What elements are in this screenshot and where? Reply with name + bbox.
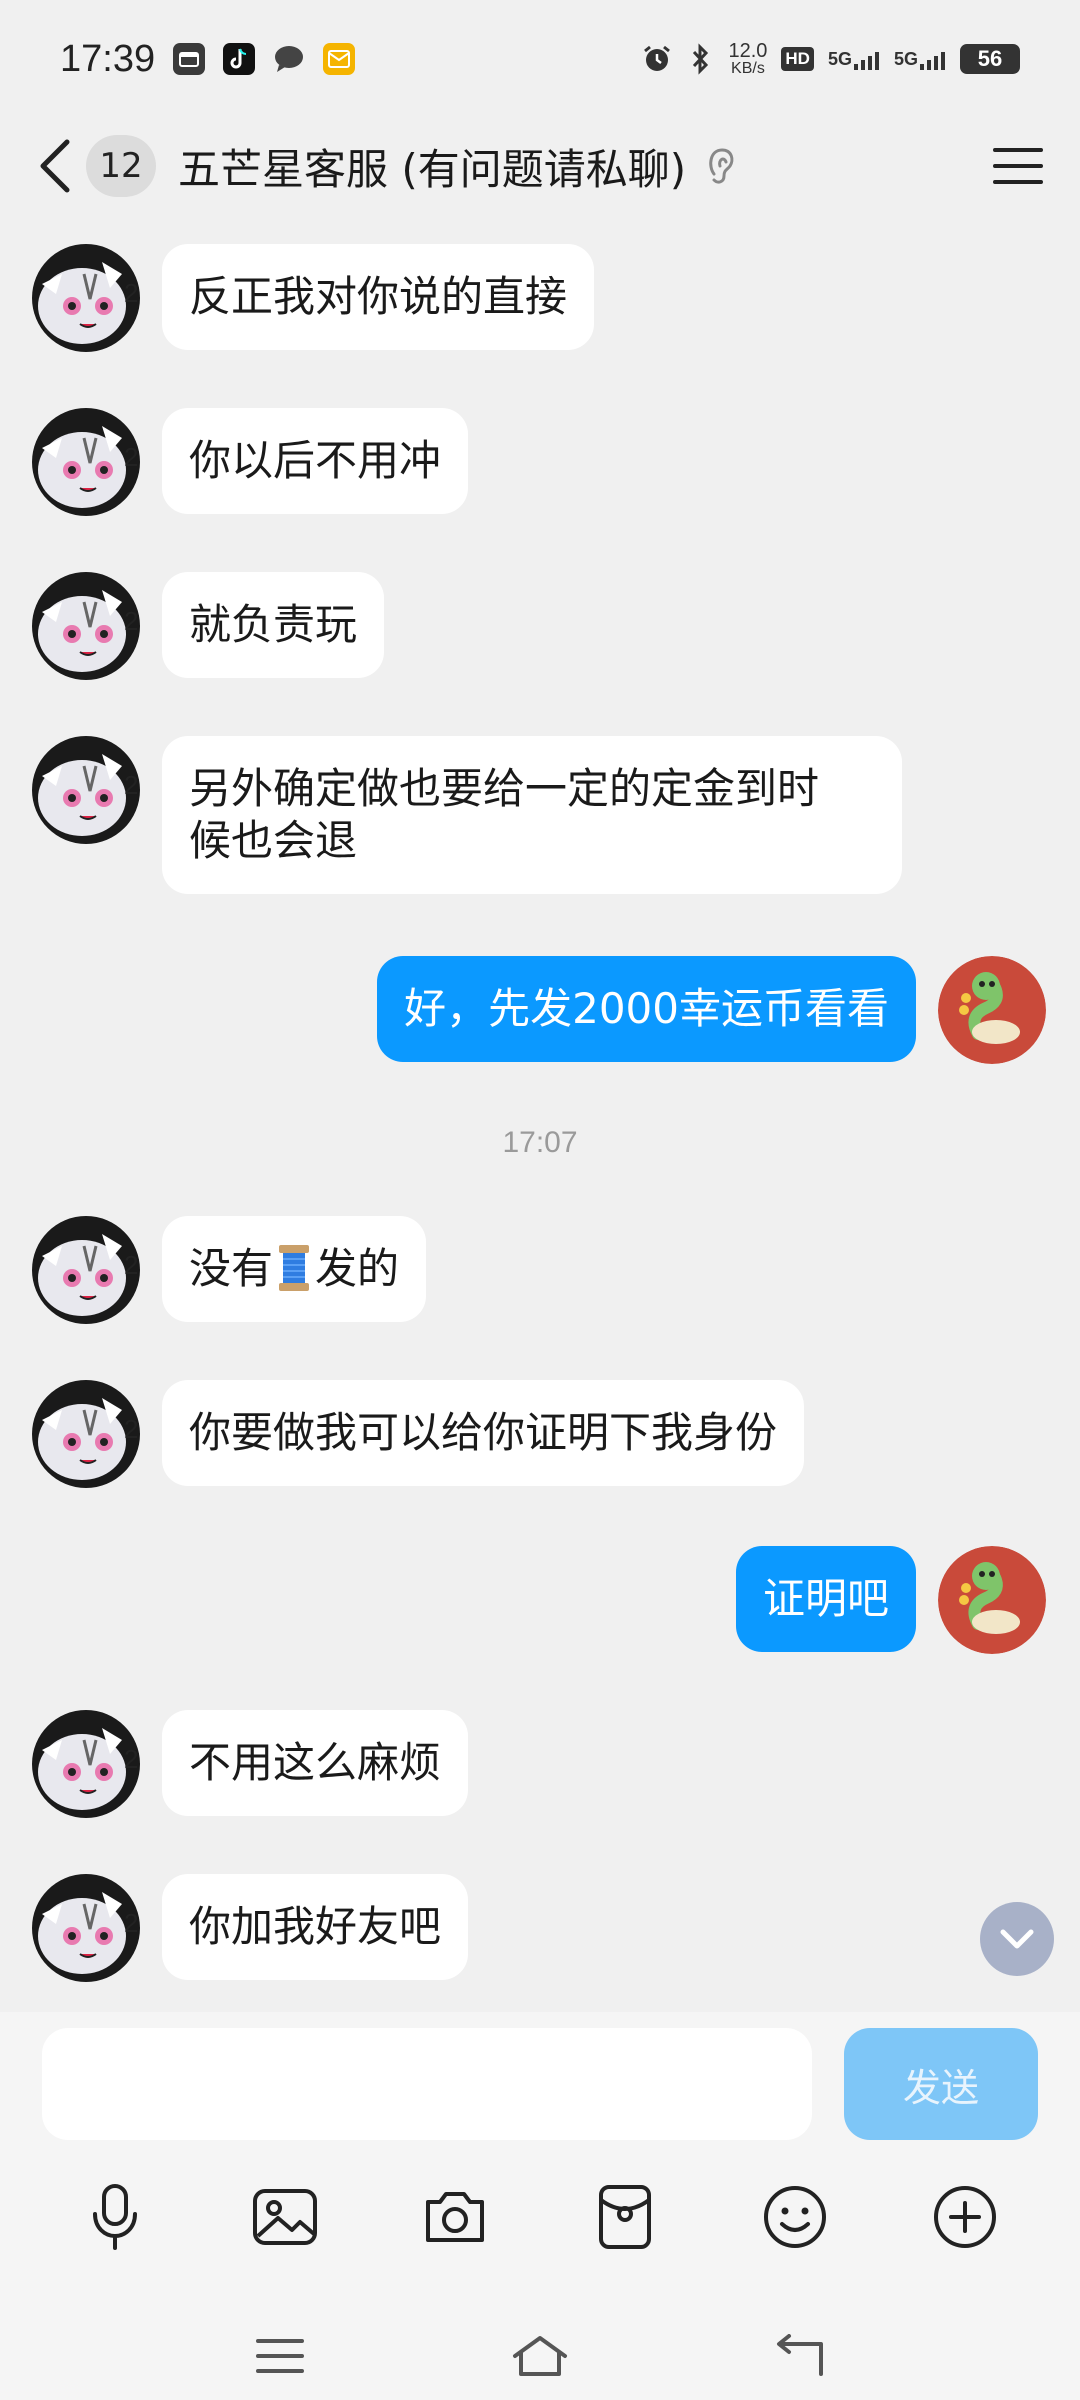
message-incoming: 2 你要做我可以给你证明下我身份 (32, 1380, 805, 1488)
message-list[interactable]: 2 反正我对你说的直接 2 你以后不用冲 2 就负责玩 2 另外确定做也要给一定… (0, 214, 1080, 2010)
signal-indicator-2: 5G (894, 49, 946, 70)
signal-indicator-1: 5G (828, 49, 880, 70)
message-incoming: 2 你以后不用冲 (32, 408, 469, 516)
unread-count-badge[interactable]: 12 (86, 135, 156, 197)
hd-indicator: HD (781, 47, 814, 71)
status-bar: 17:39 12.0 KB/s HD 5G 5G 56 (0, 0, 1080, 118)
bluetooth-icon (693, 43, 709, 75)
message-input[interactable] (42, 2028, 812, 2140)
message-line: 另外确定做也要给一定的定金到时 (189, 764, 820, 813)
message-incoming: 2 反正我对你说的直接 (32, 244, 595, 352)
contact-avatar[interactable]: 2 (32, 1710, 140, 1818)
emoji-button[interactable] (757, 2179, 833, 2255)
recent-apps-button[interactable] (250, 2326, 310, 2386)
system-status: 12.0 KB/s HD 5G 5G 56 (642, 41, 1020, 77)
back-icon (777, 2334, 823, 2376)
svg-text:2: 2 (124, 442, 138, 472)
message-incoming: 2 不用这么麻烦 (32, 1710, 469, 1818)
contact-avatar[interactable]: 2 (32, 736, 140, 844)
my-avatar[interactable] (938, 956, 1046, 1064)
tiktok-app-icon (223, 43, 256, 75)
spool-emoji-icon (279, 1245, 310, 1291)
menu-icon (256, 2339, 304, 2373)
back-nav-button[interactable] (770, 2326, 830, 2386)
message-bubble[interactable]: 另外确定做也要给一定的定金到时 候也会退 (162, 736, 902, 894)
chevron-left-icon (40, 139, 70, 193)
chat-title[interactable]: 五芒星客服 (有问题请私聊) (178, 136, 686, 197)
more-button[interactable] (927, 2179, 1003, 2255)
message-app-icon (273, 43, 305, 75)
message-bubble[interactable]: 就负责玩 (162, 572, 385, 678)
send-button[interactable]: 发送 (844, 2028, 1038, 2140)
message-bubble[interactable]: 证明吧 (735, 1546, 916, 1652)
signal-bars-icon (920, 51, 945, 70)
scroll-to-bottom-button[interactable] (980, 1902, 1054, 1976)
status-time: 17:39 (60, 37, 156, 80)
microphone-icon (93, 2184, 137, 2250)
network-speed: 12.0 KB/s (728, 40, 768, 77)
chevron-down-icon (1000, 1929, 1034, 1949)
plus-icon (934, 2186, 996, 2248)
message-incoming: 2 没有 发的 (32, 1216, 427, 1324)
red-packet-button[interactable] (587, 2179, 663, 2255)
contact-avatar[interactable]: 2 (32, 1380, 140, 1488)
hamburger-menu-icon (993, 148, 1043, 184)
contact-avatar[interactable]: 2 (32, 1874, 140, 1982)
message-bubble[interactable]: 反正我对你说的直接 (162, 244, 595, 350)
mail-app-icon (323, 43, 356, 75)
message-bubble[interactable]: 你加我好友吧 (162, 1874, 469, 1980)
emoji-icon (764, 2186, 826, 2248)
camera-button[interactable] (417, 2179, 493, 2255)
svg-text:2: 2 (124, 1250, 138, 1280)
battery-indicator: 56 (960, 44, 1020, 74)
contact-avatar[interactable]: 2 (32, 244, 140, 352)
message-incoming: 2 你加我好友吧 (32, 1874, 469, 1982)
message-incoming: 2 就负责玩 (32, 572, 385, 680)
contact-avatar[interactable]: 2 (32, 1216, 140, 1324)
alarm-icon (644, 45, 671, 71)
message-text: 发的 (315, 1244, 400, 1293)
svg-text:2: 2 (124, 1908, 138, 1938)
message-bubble[interactable]: 你以后不用冲 (162, 408, 469, 514)
message-outgoing: 好，先发2000幸运币看看 (377, 956, 1046, 1064)
image-icon (253, 2189, 317, 2245)
message-text: 没有 (189, 1244, 274, 1293)
photo-button[interactable] (247, 2179, 323, 2255)
message-line: 候也会退 (189, 816, 358, 865)
contact-avatar[interactable]: 2 (32, 572, 140, 680)
voice-button[interactable] (77, 2179, 153, 2255)
back-button[interactable] (34, 136, 76, 196)
message-incoming: 2 另外确定做也要给一定的定金到时 候也会退 (32, 736, 902, 894)
message-bubble[interactable]: 你要做我可以给你证明下我身份 (162, 1380, 805, 1486)
my-avatar[interactable] (938, 1546, 1046, 1654)
message-outgoing: 证明吧 (735, 1546, 1046, 1654)
message-bubble[interactable]: 没有 发的 (162, 1216, 427, 1322)
svg-text:2: 2 (124, 1744, 138, 1774)
chat-settings-button[interactable] (990, 138, 1046, 194)
message-bubble[interactable]: 好，先发2000幸运币看看 (377, 956, 916, 1062)
ear-icon[interactable] (702, 144, 742, 188)
message-bubble[interactable]: 不用这么麻烦 (162, 1710, 469, 1816)
contact-avatar[interactable]: 2 (32, 408, 140, 516)
signal-bars-icon (853, 51, 879, 70)
home-icon (513, 2336, 567, 2376)
message-timestamp: 17:07 (502, 1126, 578, 1159)
svg-text:2: 2 (124, 606, 138, 636)
notification-icons (173, 43, 356, 75)
chat-header: 12 五芒星客服 (有问题请私聊) (0, 118, 1080, 214)
svg-text:2: 2 (124, 278, 138, 308)
input-toolbar (0, 2172, 1080, 2262)
wallet-app-icon (173, 43, 206, 75)
red-packet-icon (599, 2185, 651, 2249)
home-button[interactable] (510, 2326, 570, 2386)
camera-icon (426, 2192, 484, 2242)
input-area: 发送 (0, 2012, 1080, 2400)
system-nav-bar (0, 2312, 1080, 2400)
svg-text:2: 2 (124, 1414, 138, 1444)
svg-text:2: 2 (124, 770, 138, 800)
